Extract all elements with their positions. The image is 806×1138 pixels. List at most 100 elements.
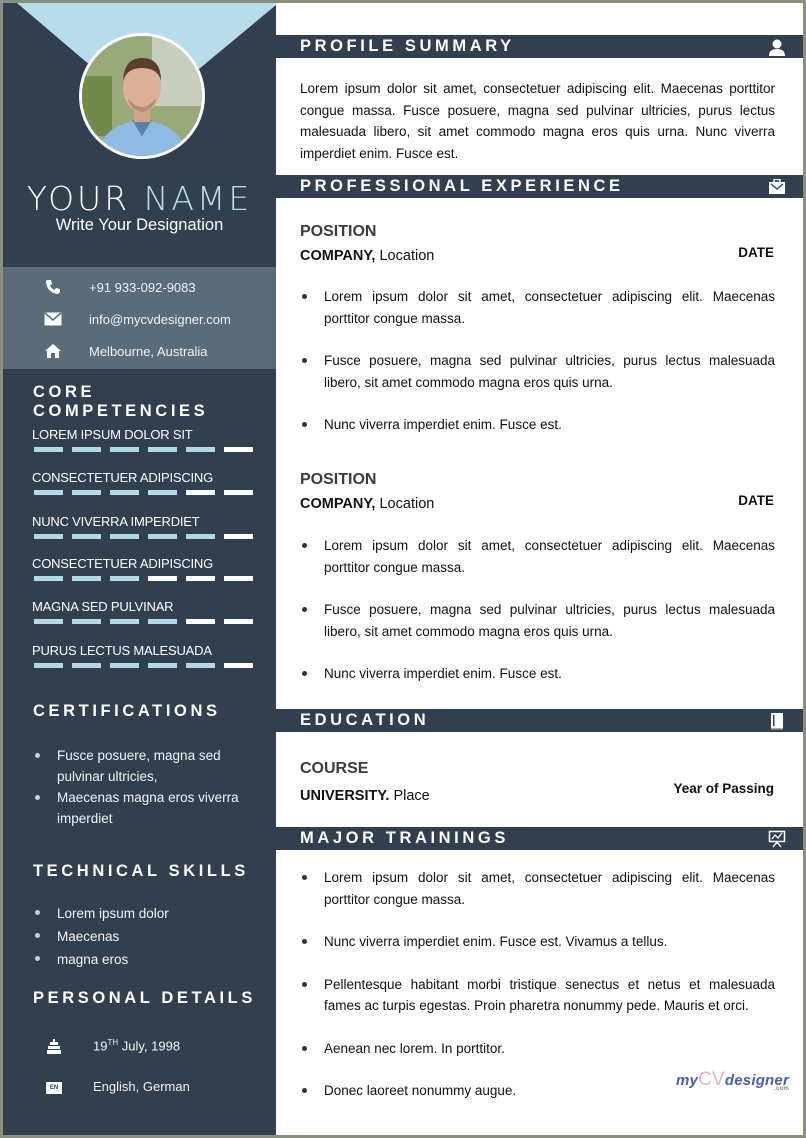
competency-label: NUNC VIVERRA IMPERDIET — [32, 514, 200, 529]
job-bullet: Fusce posuere, magna sed pulvinar ultric… — [300, 350, 775, 393]
competency-label: CONSECTETUER ADIPISCING — [32, 470, 214, 485]
language-badge-icon: EN — [45, 1079, 63, 1097]
job-date: DATE — [738, 493, 774, 508]
contact-band: +91 933-092-9083 info@mycvdesigner.com M… — [3, 267, 276, 369]
designation: Write Your Designation — [55, 216, 224, 234]
level-segment-filled — [34, 619, 63, 624]
job-bullet: Lorem ipsum dolor sit amet, consectetuer… — [300, 535, 775, 578]
level-segment-filled — [148, 490, 177, 495]
core-competencies-heading: CORE COMPETENCIES — [33, 383, 209, 420]
competency-item: LOREM IPSUM DOLOR SIT — [32, 427, 262, 452]
competency-level-bar — [34, 663, 262, 668]
training-item: Pellentesque habitant morbi tristique se… — [300, 974, 775, 1017]
level-segment-filled — [148, 447, 177, 452]
competency-item: NUNC VIVERRA IMPERDIET — [32, 514, 262, 539]
certification-item: Fusce posuere, magna sed pulvinar ultric… — [33, 745, 253, 787]
level-segment-filled — [186, 447, 215, 452]
book-icon — [767, 711, 787, 730]
certification-item: Maecenas magna eros viverra imperdiet — [33, 787, 253, 829]
level-segment-empty — [224, 447, 253, 452]
languages: EN English, German — [3, 1077, 276, 1099]
technical-skills-list: Lorem ipsum dolor Maecenas magna eros — [33, 902, 253, 971]
level-segment-filled — [148, 619, 177, 624]
home-icon — [43, 342, 63, 360]
resume-page: YOUR NAME Write Your Designation +91 933… — [3, 3, 803, 1135]
level-segment-empty — [148, 576, 177, 581]
main-content: PROFILE SUMMARY Lorem ipsum dolor sit am… — [276, 3, 803, 1135]
competency-item: PURUS LECTUS MALESUADA — [32, 643, 262, 668]
sidebar: YOUR NAME Write Your Designation +91 933… — [3, 3, 276, 1135]
profile-summary-text: Lorem ipsum dolor sit amet, consectetuer… — [300, 81, 775, 161]
certifications-heading: CERTIFICATIONS — [33, 702, 221, 720]
competency-level-bar — [34, 576, 262, 581]
contact-email[interactable]: info@mycvdesigner.com — [3, 308, 276, 330]
birthday-cake-icon — [45, 1038, 63, 1056]
job-bullets: Lorem ipsum dolor sit amet, consectetuer… — [300, 286, 775, 457]
contact-phone: +91 933-092-9083 — [3, 276, 276, 298]
mycvdesigner-watermark-logo: myCVdesigner .com — [675, 1069, 789, 1092]
personal-details-heading: PERSONAL DETAILS — [33, 989, 256, 1007]
job-company: COMPANY, Location — [300, 496, 435, 512]
competency-level-bar — [34, 619, 262, 624]
training-item: Nunc viverra imperdiet enim. Fusce est. … — [300, 931, 775, 953]
level-segment-empty — [224, 534, 253, 539]
job-bullets: Lorem ipsum dolor sit amet, consectetuer… — [300, 535, 775, 706]
level-segment-empty — [224, 576, 253, 581]
level-segment-filled — [72, 534, 101, 539]
education-university: UNIVERSITY. Place — [300, 788, 430, 804]
last-name: NAME — [143, 179, 253, 218]
level-segment-empty — [224, 619, 253, 624]
level-segment-filled — [72, 619, 101, 624]
level-segment-filled — [34, 534, 63, 539]
level-segment-filled — [148, 663, 177, 668]
full-name: YOUR NAME — [3, 179, 276, 218]
level-segment-filled — [110, 576, 139, 581]
level-segment-filled — [110, 534, 139, 539]
job-date: DATE — [738, 245, 774, 260]
level-segment-filled — [72, 576, 101, 581]
level-segment-empty — [186, 576, 215, 581]
level-segment-filled — [186, 534, 215, 539]
competency-level-bar — [34, 447, 262, 452]
education-header: EDUCATION — [276, 709, 803, 732]
first-name: YOUR — [26, 179, 131, 218]
level-segment-filled — [110, 619, 139, 624]
profile-photo — [79, 33, 205, 159]
job-bullet: Fusce posuere, magna sed pulvinar ultric… — [300, 599, 775, 642]
job-position: POSITION — [300, 223, 377, 240]
competency-label: PURUS LECTUS MALESUADA — [32, 643, 212, 658]
level-segment-empty — [186, 490, 215, 495]
level-segment-filled — [148, 534, 177, 539]
training-item: Aenean nec lorem. In porttitor. — [300, 1038, 775, 1060]
job-bullet: Nunc viverra imperdiet enim. Fusce est. — [300, 663, 775, 685]
level-segment-filled — [186, 663, 215, 668]
competency-item: CONSECTETUER ADIPISCING — [32, 556, 262, 581]
presentation-board-icon — [767, 829, 787, 848]
level-segment-filled — [72, 663, 101, 668]
user-icon — [767, 37, 787, 56]
job-bullet: Nunc viverra imperdiet enim. Fusce est. — [300, 414, 775, 436]
level-segment-filled — [110, 663, 139, 668]
job-company: COMPANY, Location — [300, 248, 435, 264]
level-segment-filled — [110, 490, 139, 495]
briefcase-icon — [767, 177, 787, 196]
technical-skill-item: magna eros — [33, 948, 253, 971]
technical-skill-item: Maecenas — [33, 925, 253, 948]
training-item: Lorem ipsum dolor sit amet, consectetuer… — [300, 867, 775, 910]
certifications-list: Fusce posuere, magna sed pulvinar ultric… — [33, 745, 253, 829]
competency-level-bar — [34, 534, 262, 539]
level-segment-empty — [224, 490, 253, 495]
profile-summary-header: PROFILE SUMMARY — [276, 35, 803, 58]
level-segment-filled — [34, 576, 63, 581]
level-segment-filled — [110, 447, 139, 452]
phone-icon — [43, 278, 63, 296]
competency-item: MAGNA SED PULVINAR — [32, 599, 262, 624]
major-trainings-header: MAJOR TRAININGS — [276, 827, 803, 850]
education-year: Year of Passing — [673, 781, 774, 796]
mail-icon — [43, 310, 63, 328]
job-position: POSITION — [300, 471, 377, 488]
competency-item: CONSECTETUER ADIPISCING — [32, 470, 262, 495]
competency-label: MAGNA SED PULVINAR — [32, 599, 174, 614]
competency-label: LOREM IPSUM DOLOR SIT — [32, 427, 193, 442]
technical-skill-item: Lorem ipsum dolor — [33, 902, 253, 925]
